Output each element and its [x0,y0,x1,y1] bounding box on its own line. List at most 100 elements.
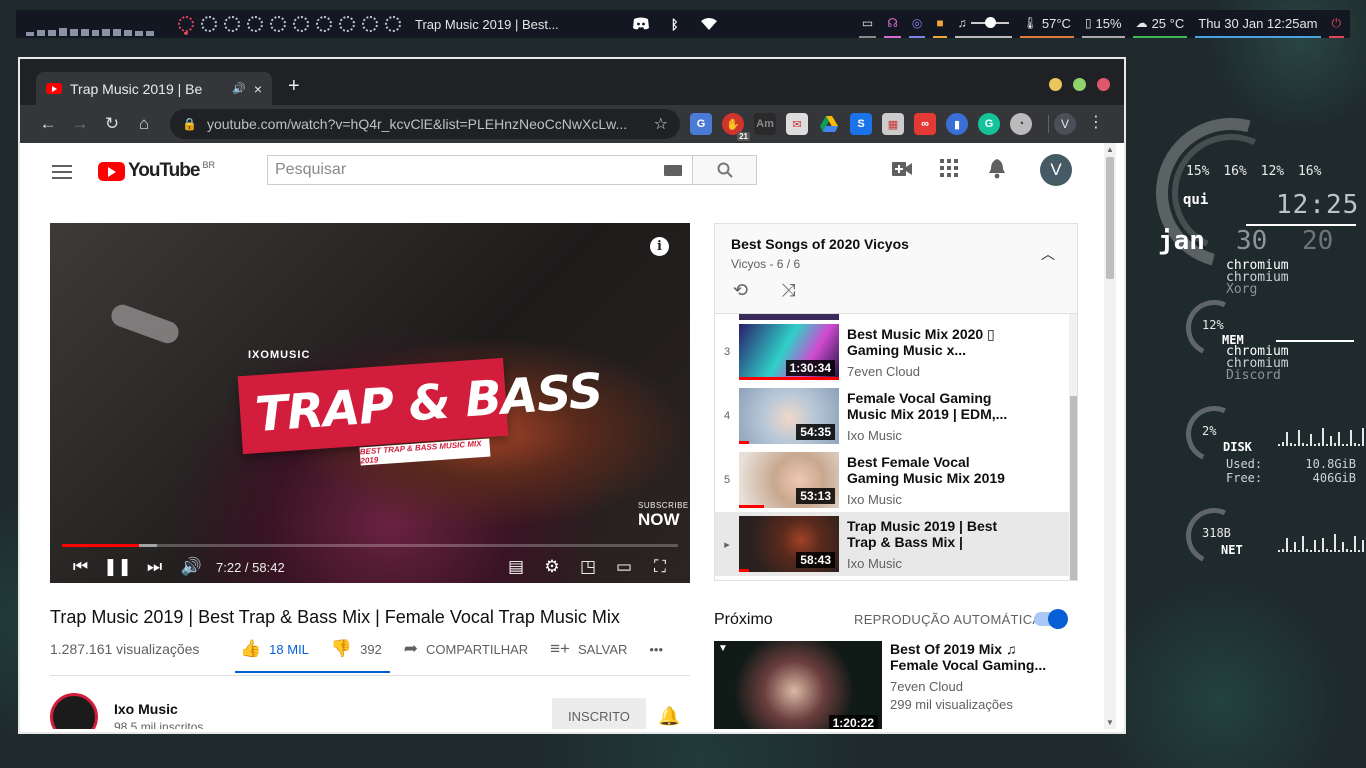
next-video-title[interactable]: Best Of 2019 Mix ♫ Female Vocal Gaming..… [890,641,1060,673]
channel-bell-icon[interactable]: 🔔 [658,706,680,727]
playlist-item[interactable]: 5 53:13 Best Female Vocal Gaming Music Mix… [715,448,1069,512]
playlist-item[interactable]: ▸ 58:43 Trap Music 2019 | Best Trap & Bass… [715,512,1069,576]
extension-bookmark-icon[interactable]: ▮ [946,113,968,135]
translate-icon[interactable]: G [690,113,712,135]
tab-youtube[interactable]: Trap Music 2019 | Be 🔊 × [36,72,272,105]
chromium-icon[interactable]: ◎ [908,10,926,38]
workspace-indicator[interactable] [247,16,263,32]
scroll-down-icon[interactable]: ▼ [1106,718,1114,727]
workspace-indicator[interactable] [339,16,355,32]
maximize-button[interactable] [1073,78,1086,91]
discord-icon[interactable] [631,16,651,32]
divider [50,675,690,676]
adblock-icon[interactable]: ✋ 21 [722,113,750,141]
video-player[interactable]: IXOMUSIC TRAP & BASS BEST TRAP & BASS MU… [50,223,690,583]
share-button[interactable]: ➦ COMPARTILHAR [404,639,528,659]
page-scrollbar[interactable]: ▲ ▼ [1104,143,1116,729]
playlist-item[interactable]: 4 54:35 Female Vocal Gaming Music Mix 2019… [715,384,1069,448]
volume-slider[interactable]: ♫ [954,10,1012,38]
workspace-indicator[interactable] [178,16,194,32]
account-avatar[interactable]: V [1040,154,1072,186]
google-drive-icon[interactable] [818,113,840,135]
search-button[interactable] [692,156,756,184]
headphones-icon[interactable]: ☊ [884,10,901,38]
pause-icon[interactable]: ❚❚ [99,557,136,577]
notifications-bell-icon[interactable] [988,159,1006,185]
workspace-indicator[interactable] [201,16,217,32]
watch-progress [739,569,749,572]
back-icon[interactable]: ← [32,114,64,134]
extension-am-icon[interactable]: Am [754,113,776,135]
dislike-button[interactable]: 👎 392 [331,639,382,659]
audio-playing-icon[interactable]: 🔊 [232,82,246,95]
next-icon[interactable]: ⏭ [136,557,173,577]
search-input[interactable]: Pesquisar [268,156,692,184]
chevron-up-icon[interactable]: ︿ [1041,244,1055,264]
minimize-button[interactable] [1049,78,1062,91]
workspace-indicator[interactable] [362,16,378,32]
extension-gauge-icon[interactable]: ◔ [1010,113,1032,135]
extension-infinity-icon[interactable]: ∞ [914,113,936,135]
extension-calendar-icon[interactable]: ▦ [882,113,904,135]
address-bar[interactable]: 🔒 youtube.com/watch?v=hQ4r_kcvClE&list=P… [170,109,680,139]
subscribed-button[interactable]: INSCRITO [552,698,646,729]
page-scroll-thumb[interactable] [1106,157,1114,279]
next-video-thumbnail[interactable]: ▼ 1:20:22 [714,641,882,729]
playlist-thumbnail[interactable]: 1:30:34 [739,324,839,380]
channel-name[interactable]: Ixo Music [114,701,178,717]
playlist-thumbnail[interactable]: 53:13 [739,452,839,508]
extension-s-icon[interactable]: S [850,113,872,135]
playlist-item[interactable]: 3 1:30:34 Best Music Mix 2020 ▯ Gaming Mus… [715,320,1069,384]
workspace-indicator[interactable] [270,16,286,32]
playlist-scroll-thumb[interactable] [1070,396,1077,580]
browser-menu-icon[interactable]: ⋮ [1088,112,1104,132]
playlist-thumbnail[interactable]: 58:43 [739,516,839,572]
fullscreen-icon[interactable]: ⛶ [642,557,678,577]
conky-time: 12:25 [1276,190,1360,220]
more-actions-button[interactable]: ••• [649,642,663,657]
close-window-button[interactable] [1097,78,1110,91]
terminal-icon[interactable]: ▭ [858,10,877,38]
autoplay-toggle[interactable] [1034,609,1068,629]
save-button[interactable]: ≡+ SALVAR [550,639,627,659]
miniplayer-icon[interactable]: ◳ [570,557,606,577]
grammarly-icon[interactable]: G [978,113,1000,135]
like-button[interactable]: 👍 18 MIL [240,639,309,659]
bookmark-star-icon[interactable]: ☆ [654,114,668,134]
volume-icon[interactable]: 🔊 [173,557,210,577]
hamburger-menu-icon[interactable] [52,165,72,183]
histogram-bar [1326,549,1328,552]
keyboard-icon[interactable] [664,165,682,176]
workspace-indicator[interactable] [224,16,240,32]
workspace-indicator[interactable] [316,16,332,32]
bluetooth-icon[interactable]: ᛒ [665,16,685,32]
settings-gear-icon[interactable]: ⚙ [534,557,570,577]
previous-icon[interactable]: ⏮ [62,557,99,577]
folder-icon[interactable]: ■ [933,10,947,38]
playlist-thumbnail[interactable]: 54:35 [739,388,839,444]
reload-icon[interactable]: ↻ [96,114,128,134]
apps-grid-icon[interactable] [940,159,958,183]
channel-avatar[interactable] [50,693,98,729]
playlist-title[interactable]: Best Songs of 2020 Vicyos [731,236,909,252]
shuffle-icon[interactable]: ⤨ [781,280,795,301]
workspace-indicator[interactable] [385,16,401,32]
new-tab-button[interactable]: + [288,75,300,98]
profile-avatar[interactable]: V [1054,113,1076,135]
theater-mode-icon[interactable]: ▭ [606,557,642,577]
power-icon[interactable]: ⏻ [1328,10,1344,38]
info-icon[interactable]: i [650,237,669,256]
scroll-up-icon[interactable]: ▲ [1106,145,1114,154]
forward-icon[interactable]: → [64,114,96,134]
workspace-indicator[interactable] [293,16,309,32]
extension-mail-icon[interactable]: ✉ [786,113,808,135]
wifi-icon[interactable] [699,16,719,32]
close-tab-icon[interactable]: × [254,81,262,97]
create-video-icon[interactable] [892,159,912,182]
seek-bar[interactable] [62,544,678,547]
loop-icon[interactable]: ⟲ [733,280,748,301]
playlist-scrollbar[interactable] [1069,314,1077,580]
subtitles-icon[interactable]: ▤ [498,557,534,577]
home-icon[interactable]: ⌂ [128,114,160,134]
youtube-logo[interactable]: YouTube BR [98,160,215,182]
